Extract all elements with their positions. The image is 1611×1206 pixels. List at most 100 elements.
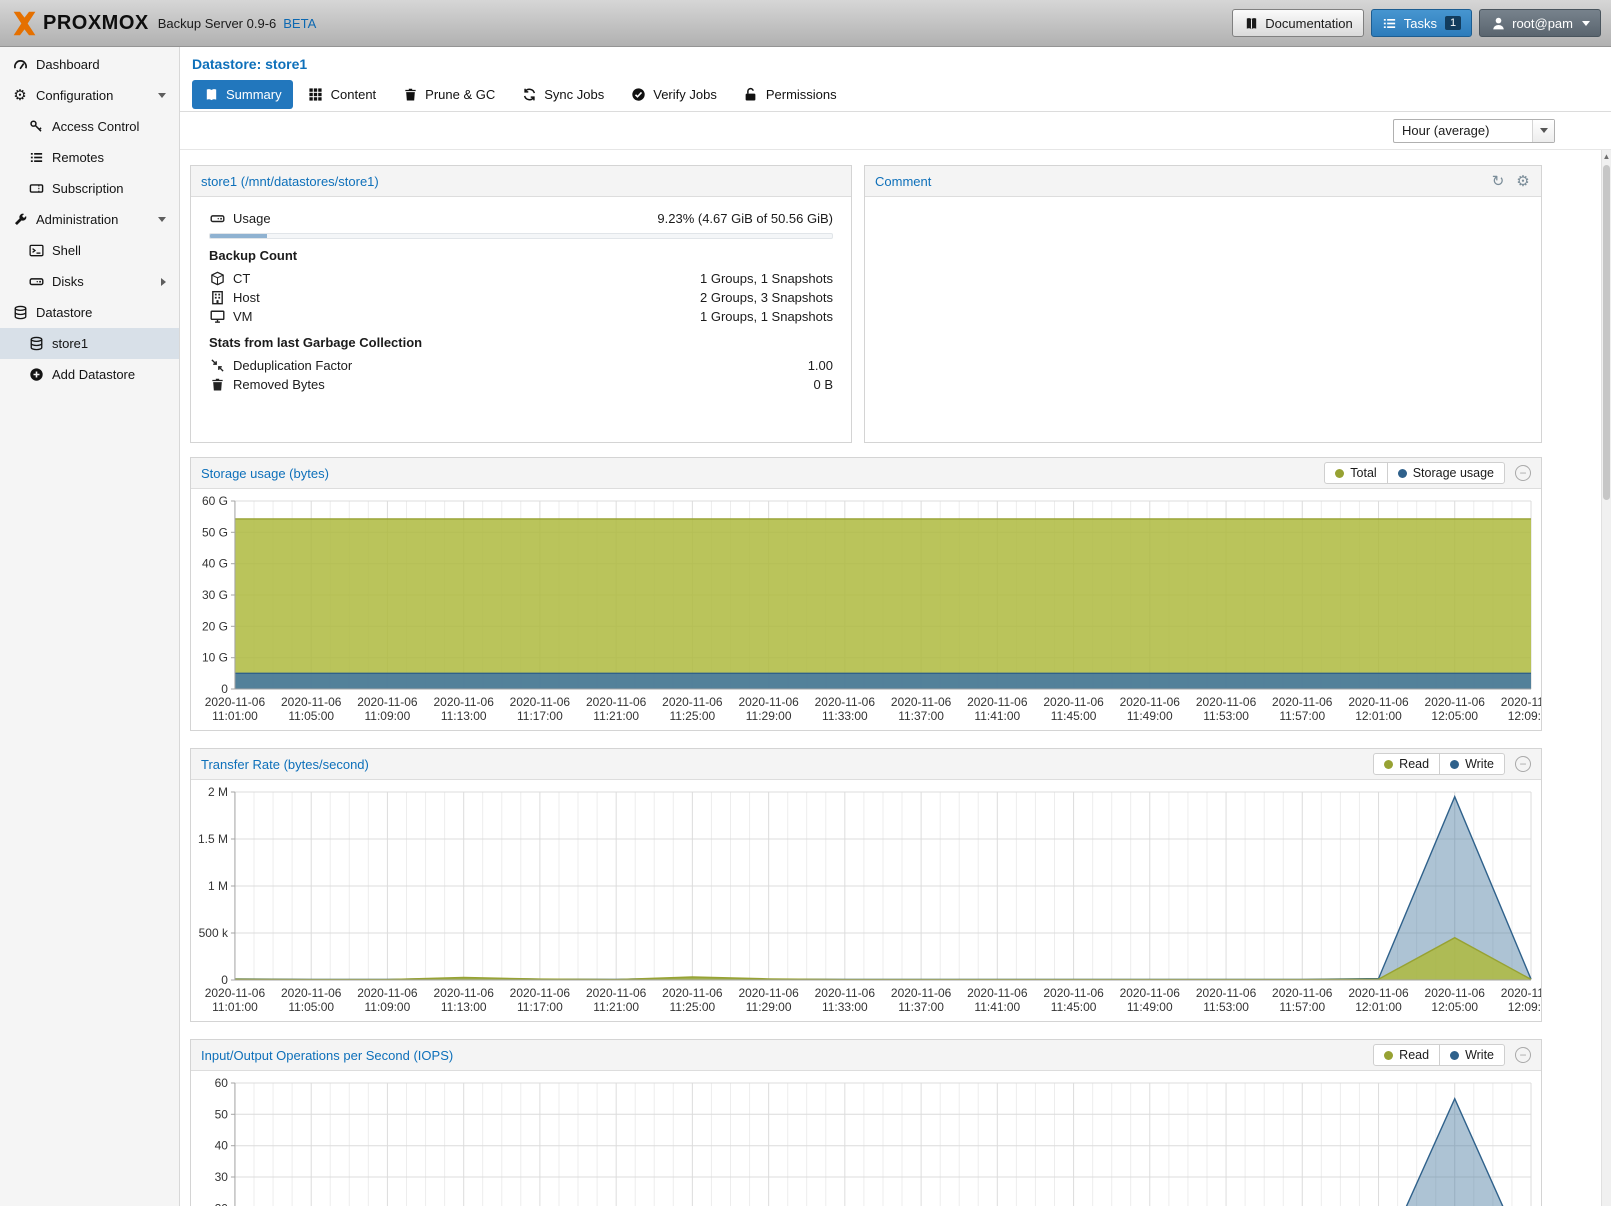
product-version: Backup Server 0.9-6 [158, 16, 277, 31]
collapse-panel-icon[interactable]: − [1515, 756, 1531, 772]
legend-item-write[interactable]: Write [1439, 753, 1505, 775]
sidebar-item-subscription[interactable]: Subscription [0, 173, 179, 204]
scrollbar-thumb[interactable] [1603, 165, 1610, 500]
sidebar-item-administration[interactable]: Administration [0, 204, 179, 235]
sidebar-item-access-control[interactable]: Access Control [0, 111, 179, 142]
svg-text:2020-11-06: 2020-11-06 [586, 695, 647, 709]
expander-expanded-icon[interactable] [158, 93, 166, 98]
database-icon [28, 336, 44, 352]
key-icon [28, 119, 44, 135]
expander-expanded-icon[interactable] [158, 217, 166, 222]
documentation-button[interactable]: Documentation [1232, 9, 1363, 37]
collapse-panel-icon[interactable]: − [1515, 1047, 1531, 1063]
legend-item-storage-usage[interactable]: Storage usage [1387, 462, 1505, 484]
legend-item-write[interactable]: Write [1439, 1044, 1505, 1066]
svg-text:11:01:00: 11:01:00 [212, 1000, 258, 1014]
tabbar: Summary Content Prune & GC Sync Jobs Verify … [180, 78, 1611, 112]
sidebar-item-remotes[interactable]: Remotes [0, 142, 179, 173]
gc-stats-row-removed-bytes: Removed Bytes0 B [209, 375, 833, 394]
gauge-icon [12, 57, 28, 73]
svg-text:11:01:00: 11:01:00 [212, 709, 258, 723]
sidebar-item-disks[interactable]: Disks [0, 266, 179, 297]
svg-text:2020-11-06: 2020-11-06 [967, 695, 1028, 709]
tab-sync-jobs[interactable]: Sync Jobs [510, 80, 615, 109]
svg-text:12:01:00: 12:01:00 [1355, 709, 1402, 723]
main-content: Datastore: store1 Summary Content Prune & … [180, 47, 1611, 1206]
storage-usage-chart: 010 G20 G30 G40 G50 G60 G2020-11-0611:01… [191, 489, 1541, 732]
sidebar-item-configuration[interactable]: ⚙Configuration [0, 80, 179, 111]
svg-text:11:49:00: 11:49:00 [1127, 1000, 1173, 1014]
grid-icon [308, 87, 324, 103]
sidebar-item-datastore[interactable]: Datastore [0, 297, 179, 328]
scroll-up-arrow[interactable]: ▲ [1602, 150, 1611, 163]
sidebar: Dashboard⚙ConfigurationAccess Control Rem… [0, 47, 180, 1206]
sidebar-item-shell[interactable]: Shell [0, 235, 179, 266]
tab-content[interactable]: Content [297, 80, 388, 109]
database-icon [12, 305, 28, 321]
tab-summary[interactable]: Summary [192, 80, 293, 109]
legend-item-read[interactable]: Read [1373, 753, 1440, 775]
desktop-icon [209, 309, 225, 325]
chevron-down-icon [1540, 128, 1548, 133]
tab-permissions[interactable]: Permissions [732, 80, 848, 109]
wrench-icon [12, 212, 28, 228]
sync-icon [521, 87, 537, 103]
user-menu-button[interactable]: root@pam [1479, 9, 1601, 37]
svg-text:12:09:00: 12:09:00 [1508, 1000, 1541, 1014]
terminal-icon [28, 243, 44, 259]
svg-text:2020-11-06: 2020-11-06 [1043, 986, 1104, 1000]
sidebar-item-store1[interactable]: store1 [0, 328, 179, 359]
gear-icon[interactable]: ⚙ [1515, 173, 1531, 189]
svg-text:60: 60 [215, 1076, 229, 1090]
vertical-scrollbar[interactable]: ▲ [1601, 150, 1611, 1206]
tab-verify-jobs[interactable]: Verify Jobs [619, 80, 728, 109]
svg-text:30: 30 [215, 1170, 229, 1184]
sidebar-item-label: Remotes [52, 150, 104, 165]
unlock-icon [743, 87, 759, 103]
usage-progress-bar [209, 233, 833, 239]
timeframe-select[interactable]: Hour (average) [1393, 119, 1555, 143]
svg-text:11:13:00: 11:13:00 [441, 709, 487, 723]
svg-text:11:57:00: 11:57:00 [1279, 1000, 1325, 1014]
row-value: 0 B [813, 377, 833, 392]
svg-text:11:17:00: 11:17:00 [517, 709, 563, 723]
ticket-icon [28, 181, 44, 197]
tab-prune-gc[interactable]: Prune & GC [391, 80, 506, 109]
svg-text:12:05:00: 12:05:00 [1431, 1000, 1478, 1014]
legend-dot [1384, 1051, 1393, 1060]
tab-label: Content [331, 87, 377, 102]
expander-collapsed-icon[interactable] [161, 278, 166, 286]
legend-item-total[interactable]: Total [1324, 462, 1387, 484]
select-trigger[interactable] [1532, 120, 1554, 142]
topbar: PROXMOX Backup Server 0.9-6 BETA Documen… [0, 0, 1611, 47]
legend-item-read[interactable]: Read [1373, 1044, 1440, 1066]
trash-icon [402, 87, 418, 103]
svg-text:12:09:00: 12:09:00 [1508, 709, 1541, 723]
svg-text:10 G: 10 G [202, 651, 228, 665]
iops-chart: 01020304050602020-11-0611:01:002020-11-0… [191, 1071, 1541, 1206]
page-title: Datastore: store1 [180, 47, 1611, 78]
svg-text:2020-11-06: 2020-11-06 [205, 986, 266, 1000]
tasks-button[interactable]: Tasks 1 [1371, 9, 1472, 37]
svg-text:2020-11-06: 2020-11-06 [1196, 986, 1257, 1000]
svg-text:2020-11-06: 2020-11-06 [891, 986, 952, 1000]
svg-text:2020-11-06: 2020-11-06 [205, 695, 266, 709]
sidebar-item-add-datastore[interactable]: Add Datastore [0, 359, 179, 390]
svg-text:2020-11-06: 2020-11-06 [1120, 986, 1181, 1000]
svg-text:2 M: 2 M [208, 785, 228, 799]
svg-text:2020-11-06: 2020-11-06 [1425, 695, 1486, 709]
beta-link[interactable]: BETA [283, 16, 316, 31]
svg-text:0: 0 [221, 973, 228, 987]
svg-text:20: 20 [215, 1201, 229, 1206]
building-icon [209, 290, 225, 306]
svg-text:2020-11-06: 2020-11-06 [738, 695, 799, 709]
svg-text:2020-11-06: 2020-11-06 [281, 695, 342, 709]
tab-label: Sync Jobs [544, 87, 604, 102]
legend-dot [1450, 1051, 1459, 1060]
svg-text:2020-11-06: 2020-11-06 [510, 986, 571, 1000]
comment-body[interactable] [865, 197, 1541, 442]
row-label: Host [233, 290, 260, 305]
revert-icon[interactable]: ↻ [1490, 173, 1506, 189]
sidebar-item-dashboard[interactable]: Dashboard [0, 49, 179, 80]
collapse-panel-icon[interactable]: − [1515, 465, 1531, 481]
